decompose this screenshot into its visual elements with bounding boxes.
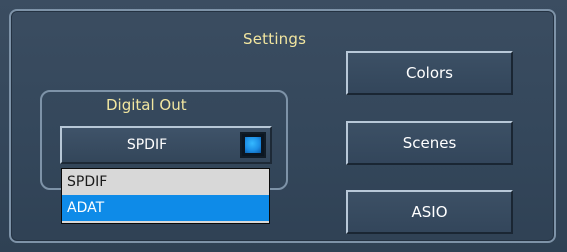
digital-out-title: Digital Out bbox=[106, 96, 187, 114]
settings-title: Settings bbox=[243, 30, 307, 48]
digital-out-options-list: SPDIF ADAT bbox=[61, 168, 270, 224]
dropdown-selected-value: SPDIF bbox=[126, 137, 168, 153]
asio-button[interactable]: ASIO bbox=[346, 190, 513, 234]
dropdown-option-spdif[interactable]: SPDIF bbox=[62, 169, 269, 195]
settings-panel: Settings Digital Out SPDIF SPDIF ADAT Co… bbox=[0, 0, 567, 252]
dropdown-option-adat[interactable]: ADAT bbox=[62, 195, 269, 221]
colors-button[interactable]: Colors bbox=[346, 51, 513, 95]
indicator-led-icon bbox=[245, 137, 261, 153]
digital-out-dropdown[interactable]: SPDIF bbox=[60, 126, 272, 164]
dropdown-toggle-icon[interactable] bbox=[240, 132, 266, 158]
scenes-button[interactable]: Scenes bbox=[346, 121, 513, 165]
